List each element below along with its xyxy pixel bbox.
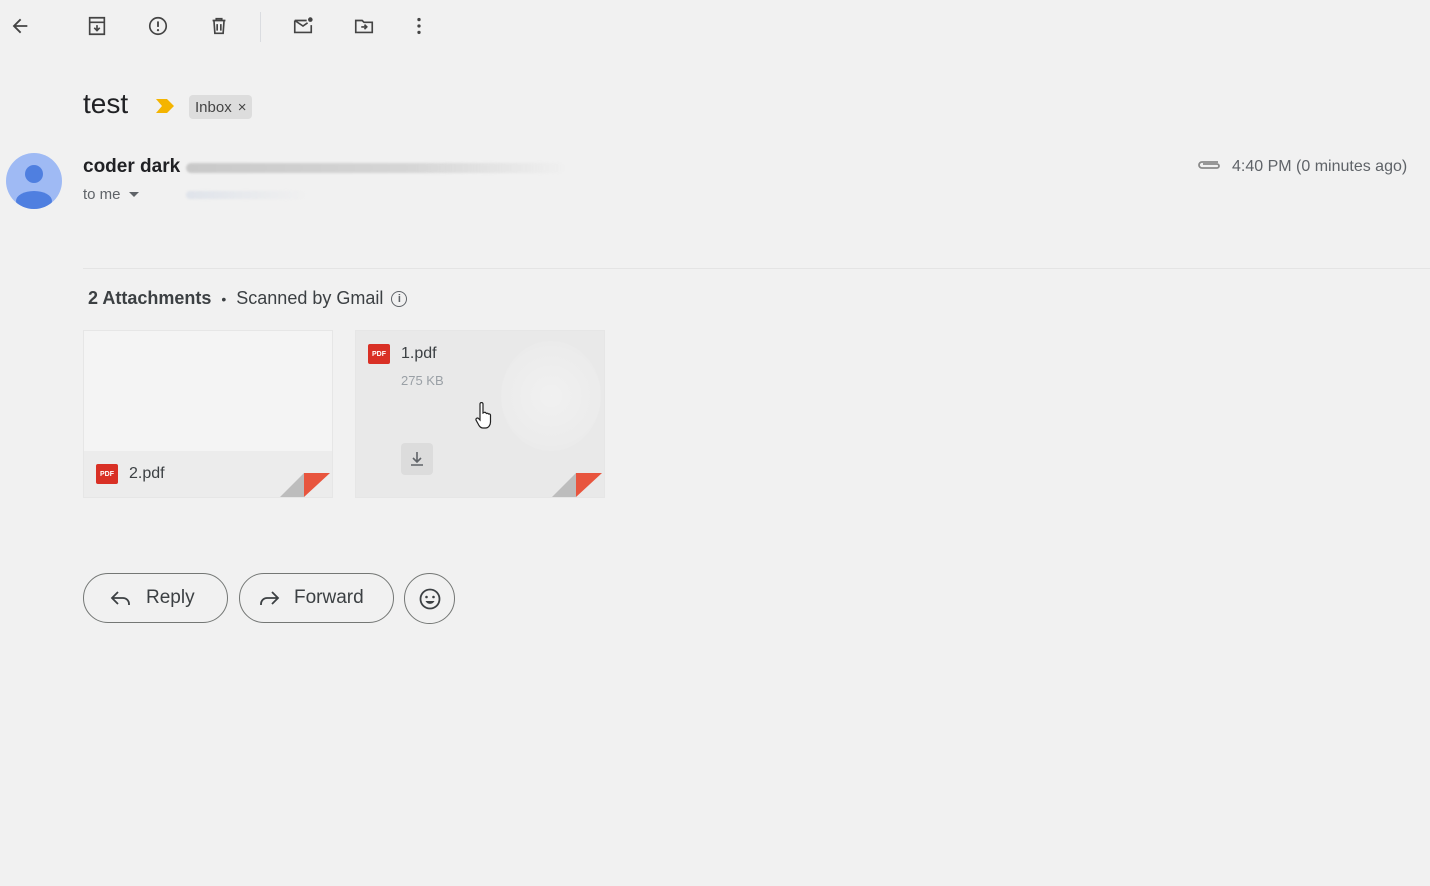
sender-email-redacted (186, 163, 566, 173)
more-vert-icon (417, 17, 421, 35)
pdf-file-icon: PDF (96, 464, 118, 484)
label-text: Inbox (195, 98, 232, 116)
download-button[interactable] (401, 443, 433, 475)
message-timestamp: 4:40 PM (0 minutes ago) (1232, 158, 1408, 175)
move-to-folder-icon (354, 19, 374, 34)
more-options-button[interactable] (401, 8, 437, 44)
emoji-reaction-button[interactable] (404, 573, 455, 624)
reply-label: Reply (146, 587, 195, 608)
chevron-down-icon (128, 192, 139, 197)
reply-button[interactable]: Reply (83, 573, 228, 623)
importance-marker-icon[interactable] (155, 98, 175, 119)
trash-icon (212, 17, 226, 35)
attachment-card-2pdf[interactable]: PDF 2.pdf (83, 330, 333, 498)
separator-dot: • (221, 290, 227, 307)
info-icon[interactable]: i (391, 290, 408, 307)
reply-icon (110, 591, 130, 605)
attachment-filename: 1.pdf (401, 345, 437, 362)
recipient-details-toggle[interactable]: to me (83, 186, 139, 203)
recipient-redacted (186, 191, 306, 199)
attachments-divider (83, 268, 1430, 269)
archive-icon (88, 16, 106, 36)
sender-avatar[interactable] (6, 153, 62, 209)
person-icon (16, 165, 52, 209)
mark-unread-icon (293, 17, 313, 34)
remove-label-icon[interactable]: × (238, 99, 247, 116)
report-spam-icon (148, 16, 168, 36)
attachment-filename: 2.pdf (129, 465, 165, 482)
archive-button[interactable] (79, 8, 115, 44)
recipient-label: to me (83, 186, 121, 203)
mark-unread-button[interactable] (285, 8, 321, 44)
hand-cursor-icon (474, 401, 494, 435)
back-button[interactable] (2, 8, 38, 44)
report-spam-button[interactable] (140, 8, 176, 44)
inbox-label-chip: Inbox × (189, 95, 253, 119)
preview-thumbnail (501, 341, 601, 451)
download-icon (411, 452, 423, 466)
page-fold-icon (280, 473, 330, 497)
toolbar-separator (260, 12, 261, 42)
move-to-button[interactable] (346, 8, 382, 44)
forward-label: Forward (294, 587, 364, 608)
pdf-file-icon: PDF (368, 344, 390, 364)
attachments-header: 2 Attachments • Scanned by Gmail i (88, 288, 408, 309)
forward-icon (260, 591, 280, 605)
email-subject: test (83, 88, 129, 119)
delete-button[interactable] (201, 8, 237, 44)
smiley-icon (419, 588, 440, 609)
attachment-filesize: 275 KB (401, 373, 444, 388)
attachment-count: 2 Attachments (88, 288, 212, 308)
back-arrow-icon (12, 18, 28, 34)
page-fold-icon (552, 473, 602, 497)
sender-name: coder dark (83, 156, 181, 177)
attachment-clip-icon (1196, 157, 1222, 178)
scanned-by-gmail-label: Scanned by Gmail (236, 288, 384, 308)
forward-button[interactable]: Forward (239, 573, 394, 623)
